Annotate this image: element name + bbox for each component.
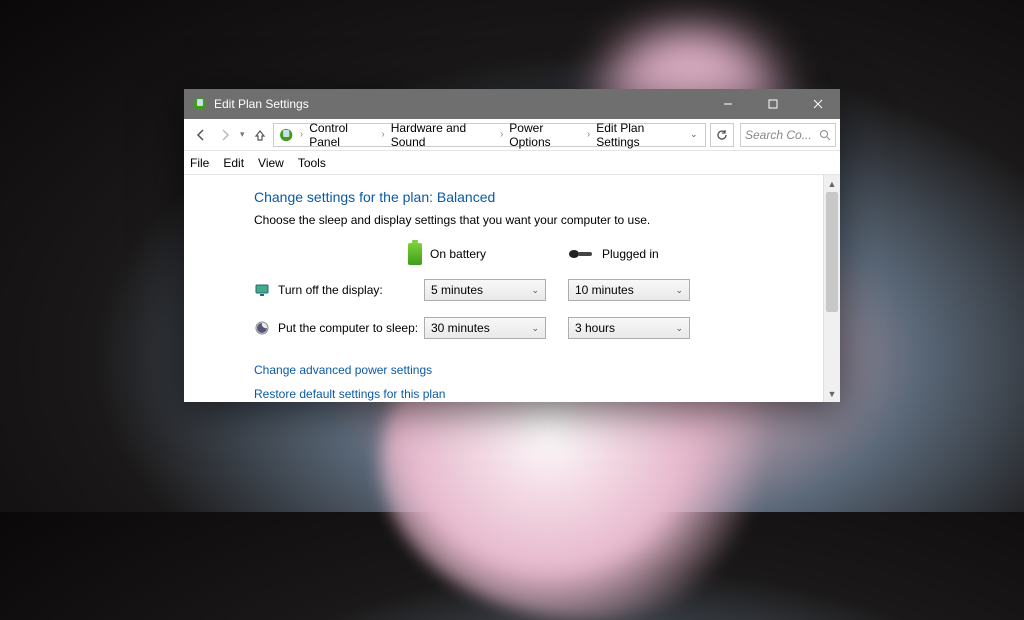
breadcrumb-item[interactable]: Power Options — [507, 121, 583, 149]
row-label: Put the computer to sleep: — [278, 321, 424, 335]
sleep-battery-select[interactable]: 30 minutes ⌄ — [424, 317, 546, 339]
display-plugged-select[interactable]: 10 minutes ⌄ — [568, 279, 690, 301]
chevron-down-icon: ⌄ — [531, 323, 539, 334]
minimize-button[interactable] — [705, 89, 750, 119]
column-label-plugged: Plugged in — [602, 247, 659, 261]
recent-locations-dropdown[interactable]: ▾ — [238, 129, 247, 140]
display-icon — [254, 282, 270, 298]
close-button[interactable] — [795, 89, 840, 119]
chevron-down-icon: ⌄ — [675, 323, 683, 334]
row-put-computer-to-sleep: Put the computer to sleep: 30 minutes ⌄ … — [254, 317, 823, 339]
breadcrumb-item[interactable]: Edit Plan Settings — [594, 121, 684, 149]
page-subtext: Choose the sleep and display settings th… — [254, 213, 823, 227]
column-plugged-in: Plugged in — [568, 247, 700, 261]
menu-tools[interactable]: Tools — [298, 156, 326, 170]
maximize-button[interactable] — [750, 89, 795, 119]
edit-plan-settings-window: Edit Plan Settings ▾ › Control Panel › H… — [184, 89, 840, 402]
vertical-scrollbar[interactable]: ▲ ▼ — [823, 175, 840, 402]
power-options-icon — [192, 96, 208, 112]
page-heading: Change settings for the plan: Balanced — [254, 189, 823, 205]
plug-icon — [568, 248, 594, 260]
chevron-right-icon: › — [498, 129, 505, 140]
sleep-icon — [254, 320, 270, 336]
breadcrumb[interactable]: › Control Panel › Hardware and Sound › P… — [273, 123, 706, 147]
link-advanced-power-settings[interactable]: Change advanced power settings — [254, 363, 823, 377]
refresh-button[interactable] — [710, 123, 734, 147]
chevron-right-icon: › — [585, 129, 592, 140]
menu-file[interactable]: File — [190, 156, 209, 170]
search-icon — [819, 129, 831, 141]
row-turn-off-display: Turn off the display: 5 minutes ⌄ 10 min… — [254, 279, 823, 301]
scroll-thumb[interactable] — [826, 192, 838, 312]
chevron-down-icon: ⌄ — [531, 285, 539, 296]
display-battery-select[interactable]: 5 minutes ⌄ — [424, 279, 546, 301]
breadcrumb-item[interactable]: Hardware and Sound — [389, 121, 496, 149]
scroll-down-button[interactable]: ▼ — [824, 385, 840, 402]
window-title: Edit Plan Settings — [214, 97, 309, 111]
column-label-battery: On battery — [430, 247, 486, 261]
link-restore-defaults[interactable]: Restore default settings for this plan — [254, 387, 823, 401]
battery-icon — [408, 243, 422, 265]
search-input[interactable]: Search Co... — [740, 123, 836, 147]
chevron-right-icon: › — [298, 129, 305, 140]
column-on-battery: On battery — [408, 243, 540, 265]
up-button[interactable] — [249, 124, 271, 146]
breadcrumb-dropdown[interactable]: ⌄ — [686, 129, 701, 140]
power-options-icon — [278, 126, 294, 144]
menu-edit[interactable]: Edit — [223, 156, 244, 170]
search-placeholder: Search Co... — [745, 128, 812, 142]
menubar: File Edit View Tools — [184, 151, 840, 175]
forward-button[interactable] — [214, 124, 236, 146]
scroll-up-button[interactable]: ▲ — [824, 175, 840, 192]
content-area: Change settings for the plan: Balanced C… — [184, 175, 823, 402]
breadcrumb-item[interactable]: Control Panel — [307, 121, 377, 149]
chevron-right-icon: › — [379, 129, 386, 140]
sleep-plugged-select[interactable]: 3 hours ⌄ — [568, 317, 690, 339]
titlebar[interactable]: Edit Plan Settings — [184, 89, 840, 119]
back-button[interactable] — [190, 124, 212, 146]
address-bar-row: ▾ › Control Panel › Hardware and Sound ›… — [184, 119, 840, 151]
chevron-down-icon: ⌄ — [675, 285, 683, 296]
row-label: Turn off the display: — [278, 283, 424, 297]
menu-view[interactable]: View — [258, 156, 284, 170]
